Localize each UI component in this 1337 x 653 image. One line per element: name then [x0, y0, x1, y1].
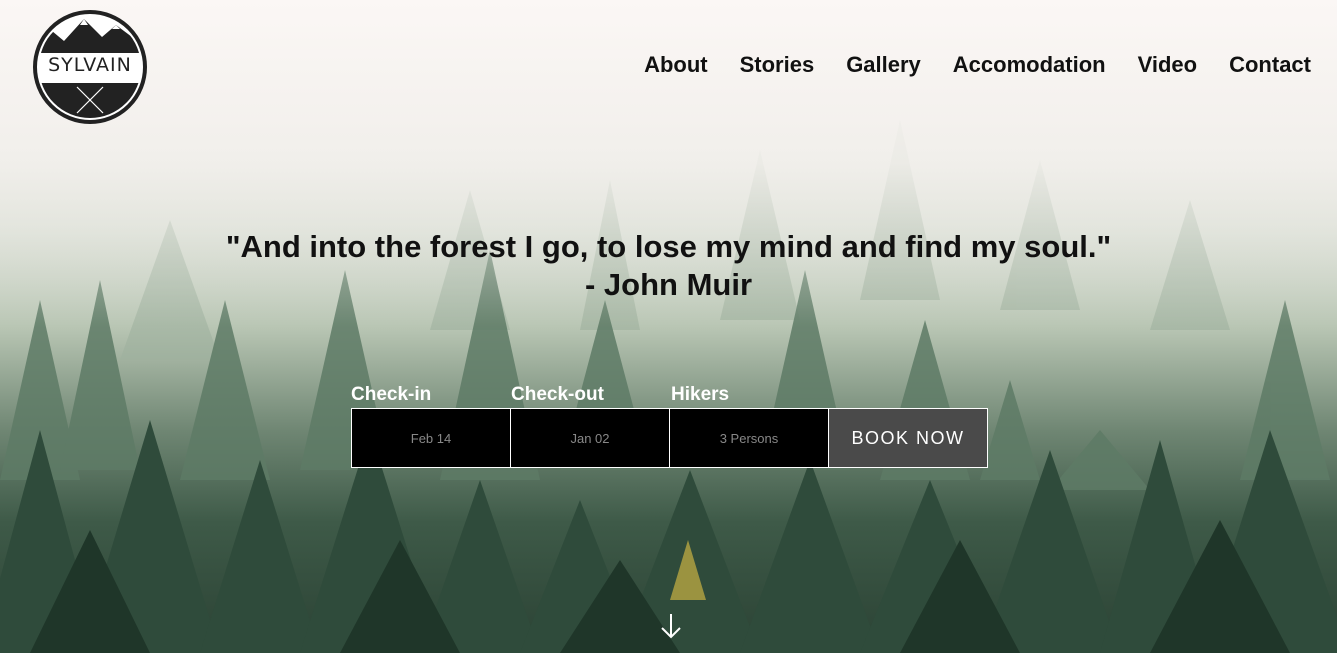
nav-item-gallery[interactable]: Gallery	[846, 50, 921, 80]
nav-item-video[interactable]: Video	[1138, 50, 1198, 80]
hero-quote: "And into the forest I go, to lose my mi…	[0, 228, 1337, 304]
booking-fields: Feb 14 Jan 02 3 Persons BOOK NOW	[351, 408, 988, 468]
hikers-label: Hikers	[671, 384, 730, 405]
booking-labels: Check-in Check-out Hikers	[351, 384, 991, 408]
hikers-field[interactable]: 3 Persons	[669, 408, 829, 468]
checkout-field[interactable]: Jan 02	[510, 408, 670, 468]
nav-item-accomodation[interactable]: Accomodation	[953, 50, 1106, 80]
nav-item-stories[interactable]: Stories	[740, 50, 815, 80]
hero-section	[0, 0, 1337, 653]
checkin-field[interactable]: Feb 14	[351, 408, 511, 468]
brand-name: SYLVAIN	[48, 54, 132, 76]
book-now-button[interactable]: BOOK NOW	[828, 408, 988, 468]
main-nav: About Stories Gallery Accomodation Video…	[612, 50, 1311, 80]
quote-author: - John Muir	[584, 267, 753, 302]
brand-logo[interactable]: SYLVAIN	[32, 9, 148, 125]
quote-text: "And into the forest I go, to lose my mi…	[225, 229, 1112, 264]
nav-item-about[interactable]: About	[644, 50, 708, 80]
checkout-label: Check-out	[511, 384, 604, 405]
nav-item-contact[interactable]: Contact	[1229, 50, 1311, 80]
checkin-label: Check-in	[351, 384, 432, 405]
arrow-down-icon[interactable]	[659, 612, 683, 640]
forest-background	[0, 0, 1337, 653]
